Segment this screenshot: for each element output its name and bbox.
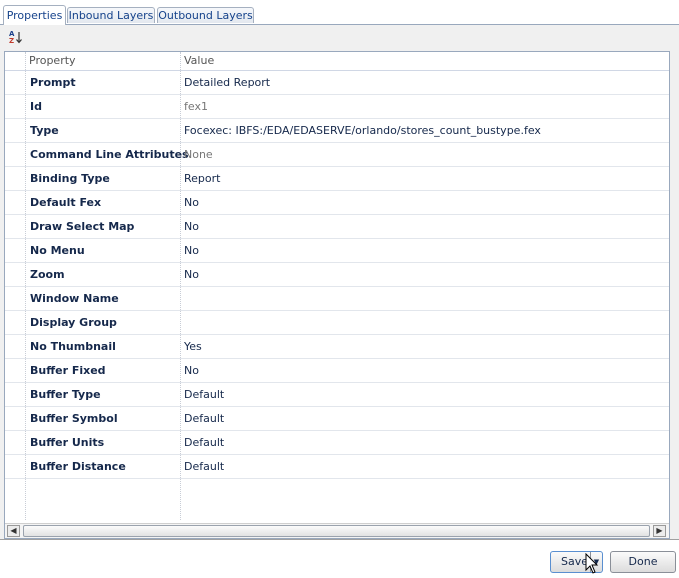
property-grid: Property Value Prompt Detailed Report Id fe…: [4, 51, 670, 539]
property-value[interactable]: No: [184, 196, 199, 209]
property-name: Buffer Type: [30, 388, 101, 401]
grid-header: Property Value: [5, 52, 669, 71]
property-value[interactable]: No: [184, 364, 199, 377]
table-row[interactable]: Command Line Attributes None: [5, 143, 669, 167]
table-row[interactable]: No Thumbnail Yes: [5, 335, 669, 359]
property-name: Binding Type: [30, 172, 110, 185]
property-value[interactable]: None: [184, 148, 213, 161]
property-name: Buffer Symbol: [30, 412, 118, 425]
table-row[interactable]: Prompt Detailed Report: [5, 71, 669, 95]
scroll-right-icon[interactable]: ▶: [653, 525, 666, 537]
scrollbar-thumb[interactable]: [23, 525, 650, 537]
mouse-cursor-icon: [585, 552, 599, 578]
properties-panel: A Z Property Value Prompt Detailed Report…: [0, 24, 679, 540]
tab-inbound-layers[interactable]: Inbound Layers: [67, 7, 155, 23]
tab-bar: Properties Inbound Layers Outbound Layer…: [0, 0, 679, 25]
table-row[interactable]: Draw Select Map No: [5, 215, 669, 239]
table-row[interactable]: Display Group: [5, 311, 669, 335]
table-row[interactable]: Buffer Fixed No: [5, 359, 669, 383]
property-value[interactable]: Detailed Report: [184, 76, 270, 89]
table-row[interactable]: Window Name: [5, 287, 669, 311]
table-row[interactable]: Type Focexec: IBFS:/EDA/EDASERVE/orlando/…: [5, 119, 669, 143]
table-row[interactable]: Buffer Distance Default: [5, 455, 669, 479]
property-name: Type: [30, 124, 59, 137]
property-name: Id: [30, 100, 42, 113]
done-label: Done: [628, 555, 658, 568]
tab-outbound-layers[interactable]: Outbound Layers: [157, 7, 254, 23]
property-name: Draw Select Map: [30, 220, 135, 233]
svg-text:Z: Z: [9, 37, 14, 44]
column-header-value: Value: [184, 54, 215, 67]
table-row[interactable]: Zoom No: [5, 263, 669, 287]
property-value[interactable]: No: [184, 244, 199, 257]
tab-properties[interactable]: Properties: [3, 5, 66, 25]
property-name: No Menu: [30, 244, 85, 257]
property-value[interactable]: Default: [184, 436, 224, 449]
property-name: Command Line Attributes: [30, 148, 189, 161]
property-value[interactable]: Default: [184, 412, 224, 425]
save-label: Save: [561, 555, 589, 568]
property-value[interactable]: Focexec: IBFS:/EDA/EDASERVE/orlando/stor…: [184, 124, 541, 137]
property-value[interactable]: No: [184, 220, 199, 233]
property-name: Default Fex: [30, 196, 102, 209]
property-value[interactable]: Default: [184, 388, 224, 401]
table-row[interactable]: Buffer Units Default: [5, 431, 669, 455]
property-name: No Thumbnail: [30, 340, 116, 353]
property-name: Prompt: [30, 76, 76, 89]
property-name: Zoom: [30, 268, 65, 281]
done-button[interactable]: Done: [610, 551, 676, 573]
property-value[interactable]: fex1: [184, 100, 208, 113]
property-value[interactable]: Report: [184, 172, 220, 185]
property-value[interactable]: Default: [184, 460, 224, 473]
property-name: Display Group: [30, 316, 117, 329]
scroll-left-icon[interactable]: ◀: [7, 525, 20, 537]
property-name: Buffer Distance: [30, 460, 126, 473]
property-name: Window Name: [30, 292, 119, 305]
column-header-property: Property: [29, 54, 76, 67]
table-row[interactable]: No Menu No: [5, 239, 669, 263]
table-row[interactable]: Buffer Symbol Default: [5, 407, 669, 431]
table-row[interactable]: Binding Type Report: [5, 167, 669, 191]
horizontal-scrollbar[interactable]: ◀ ▶: [5, 523, 669, 538]
property-value[interactable]: Yes: [184, 340, 202, 353]
property-name: Buffer Units: [30, 436, 105, 449]
sort-az-icon[interactable]: A Z: [9, 30, 23, 45]
table-row[interactable]: Default Fex No: [5, 191, 669, 215]
property-name: Buffer Fixed: [30, 364, 106, 377]
property-value[interactable]: No: [184, 268, 199, 281]
table-row[interactable]: Buffer Type Default: [5, 383, 669, 407]
table-row[interactable]: Id fex1: [5, 95, 669, 119]
